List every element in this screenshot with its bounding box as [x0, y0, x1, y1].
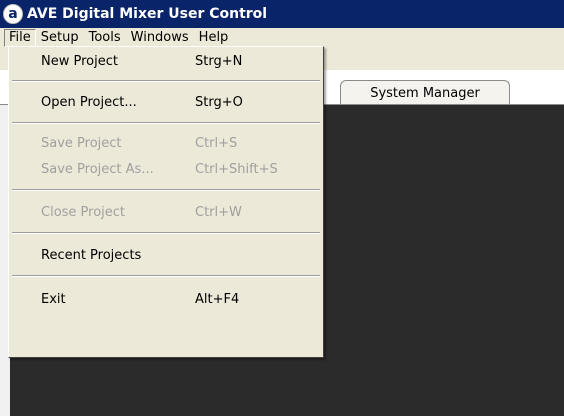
menu-help[interactable]: Help [194, 29, 234, 47]
menu-item-close-project[interactable]: Close Project Ctrl+W [9, 202, 323, 224]
menu-file[interactable]: File [4, 29, 36, 47]
menu-separator [12, 189, 320, 191]
menu-item-shortcut: Ctrl+Shift+S [195, 162, 278, 177]
menu-item-label: Close Project [41, 205, 126, 220]
menu-item-recent-projects[interactable]: Recent Projects [9, 245, 323, 267]
menu-item-open-project[interactable]: Open Project... Strg+O [9, 92, 323, 114]
menu-item-label: Save Project As... [41, 162, 154, 177]
window-title: AVE Digital Mixer User Control [27, 6, 268, 22]
tab-label: System Manager [370, 85, 480, 101]
menu-item-label: Open Project... [41, 95, 137, 110]
file-menu-dropdown: New Project Strg+N Open Project... Strg+… [8, 46, 324, 358]
app-logo-icon[interactable]: a [3, 4, 23, 24]
tab-system-manager[interactable]: System Manager [340, 80, 510, 105]
menu-separator [12, 275, 320, 277]
menu-item-shortcut: Ctrl+S [195, 136, 238, 151]
menu-tools[interactable]: Tools [84, 29, 126, 47]
menu-item-label: Save Project [41, 136, 122, 151]
menu-windows[interactable]: Windows [126, 29, 194, 47]
menu-separator [12, 232, 320, 234]
menu-item-save-project-as[interactable]: Save Project As... Ctrl+Shift+S [9, 159, 323, 181]
menu-item-label: Exit [41, 292, 66, 307]
menu-item-save-project[interactable]: Save Project Ctrl+S [9, 133, 323, 155]
menu-item-shortcut: Alt+F4 [195, 292, 240, 307]
menu-item-exit[interactable]: Exit Alt+F4 [9, 289, 323, 311]
menu-item-shortcut: Ctrl+W [195, 205, 242, 220]
title-bar: a AVE Digital Mixer User Control [0, 0, 564, 28]
menu-item-shortcut: Strg+O [195, 95, 243, 110]
menu-separator [12, 122, 320, 124]
menu-separator [12, 80, 320, 82]
menu-item-new-project[interactable]: New Project Strg+N [9, 51, 323, 73]
menu-setup[interactable]: Setup [36, 29, 84, 47]
menu-item-shortcut: Strg+N [195, 54, 243, 69]
menu-item-label: New Project [41, 54, 118, 69]
menu-item-label: Recent Projects [41, 248, 142, 263]
menu-bar: File Setup Tools Windows Help [0, 28, 564, 48]
